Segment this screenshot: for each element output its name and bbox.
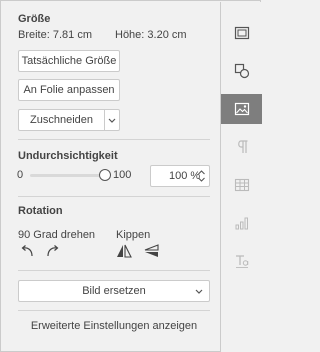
replace-image-label: Bild ersetzen xyxy=(82,285,146,297)
spinner-arrows-icon[interactable] xyxy=(197,168,206,184)
right-settings-panel: Größe Breite: 7.81 cm Höhe: 3.20 cm Tats… xyxy=(0,0,262,352)
chart-settings-button[interactable] xyxy=(221,208,262,238)
rotate-clockwise-icon[interactable] xyxy=(45,243,61,259)
shape-settings-icon xyxy=(234,63,249,79)
actual-size-button[interactable]: Tatsächliche Größe xyxy=(18,50,120,72)
divider xyxy=(18,139,210,140)
flip-horizontal-icon[interactable] xyxy=(116,243,132,259)
flip-label: Kippen xyxy=(116,229,151,241)
textart-settings-icon xyxy=(235,255,248,268)
chart-settings-icon xyxy=(235,217,248,230)
opacity-slider-track[interactable] xyxy=(30,174,106,177)
opacity-spinner[interactable]: 100 % xyxy=(150,165,210,187)
textart-settings-button[interactable] xyxy=(221,246,262,276)
paragraph-settings-button[interactable] xyxy=(221,132,262,162)
rotate-label: 90 Grad drehen xyxy=(18,229,96,241)
fit-to-slide-button[interactable]: An Folie anpassen xyxy=(18,79,120,101)
replace-image-dropdown[interactable]: Bild ersetzen xyxy=(18,280,210,302)
advanced-settings-link[interactable]: Erweiterte Einstellungen anzeigen xyxy=(18,320,210,332)
chevron-down-icon xyxy=(108,118,116,123)
size-header: Größe xyxy=(18,13,51,25)
shape-settings-button[interactable] xyxy=(221,56,262,86)
settings-sidebar xyxy=(220,2,262,352)
crop-button[interactable]: Zuschneiden xyxy=(18,109,105,131)
slide-settings-icon xyxy=(234,26,249,40)
rotation-header: Rotation xyxy=(18,205,63,217)
width-label: Breite: 7.81 cm xyxy=(18,29,92,41)
image-settings-button[interactable] xyxy=(221,94,262,124)
opacity-header: Undurchsichtigkeit xyxy=(18,150,118,162)
divider xyxy=(18,310,210,311)
divider xyxy=(18,196,210,197)
opacity-slider-thumb[interactable] xyxy=(99,169,111,181)
slide-settings-button[interactable] xyxy=(221,18,262,48)
paragraph-settings-icon xyxy=(237,140,247,153)
image-settings-panel: Größe Breite: 7.81 cm Höhe: 3.20 cm Tats… xyxy=(2,2,220,352)
rotate-counterclockwise-icon[interactable] xyxy=(19,243,35,259)
height-label: Höhe: 3.20 cm xyxy=(115,29,187,41)
crop-dropdown-button[interactable] xyxy=(104,109,120,131)
table-settings-button[interactable] xyxy=(221,170,262,200)
opacity-value: 100 % xyxy=(169,170,201,182)
image-settings-icon xyxy=(234,102,249,116)
opacity-min-label: 0 xyxy=(17,169,24,181)
table-settings-icon xyxy=(234,178,249,192)
divider xyxy=(18,270,210,271)
chevron-down-icon xyxy=(195,289,203,294)
flip-vertical-icon[interactable] xyxy=(143,243,159,259)
opacity-max-label: 100 xyxy=(113,169,132,181)
